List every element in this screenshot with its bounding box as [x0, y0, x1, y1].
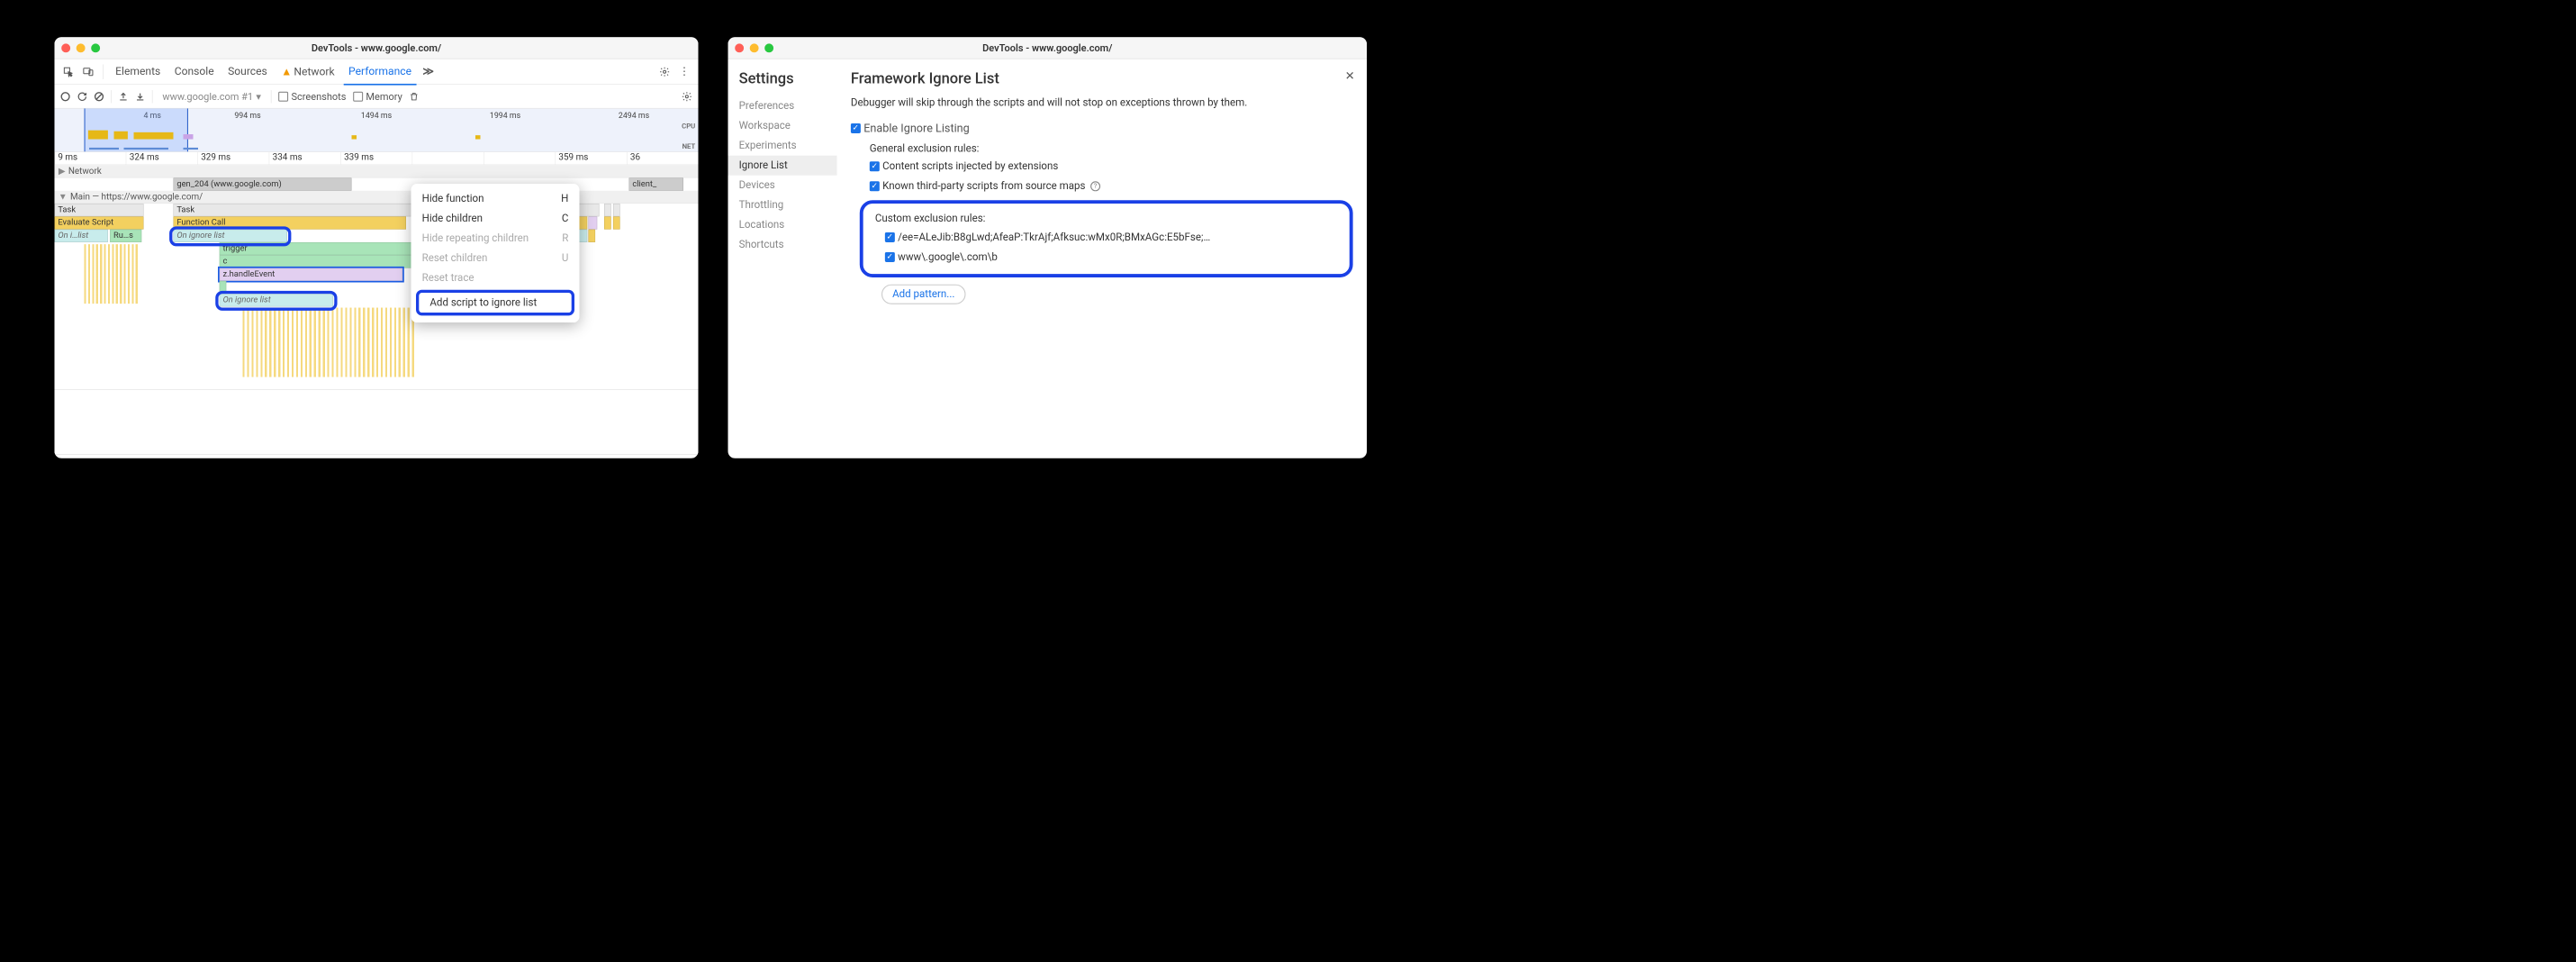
custom-rule-2[interactable]: www\.google\.com\b: [885, 251, 1338, 263]
bar-on-ignore-list[interactable]: On i…list: [55, 230, 108, 242]
cpu-strip: [55, 131, 676, 140]
gear-icon[interactable]: [656, 64, 673, 80]
bar-fn[interactable]: [613, 216, 620, 229]
net-strip: [55, 146, 676, 151]
tab-network[interactable]: ▲Network: [276, 65, 339, 77]
context-menu: Hide functionH Hide childrenC Hide repea…: [411, 184, 580, 322]
settings-sidebar: Settings Preferences Workspace Experimen…: [728, 59, 837, 458]
capture-settings-icon[interactable]: [682, 91, 692, 102]
reload-icon[interactable]: [77, 91, 87, 101]
bar-task[interactable]: Task: [55, 204, 144, 216]
ctx-hide-children[interactable]: Hide childrenC: [411, 209, 580, 229]
bottom-tabs: Summary Bottom-Up Call Tree Event Log: [55, 454, 699, 458]
page-description: Debugger will skip through the scripts a…: [851, 96, 1353, 111]
gc-icon[interactable]: [410, 91, 420, 101]
sidebar-shortcuts[interactable]: Shortcuts: [739, 235, 837, 255]
network-item[interactable]: gen_204 (www.google.com): [174, 177, 352, 190]
upload-icon[interactable]: [118, 91, 128, 101]
ctx-hide-repeating: Hide repeating childrenR: [411, 229, 580, 249]
enable-ignore-listing-checkbox[interactable]: Enable Ignore Listing: [851, 122, 1353, 135]
bar-on-ignore-list[interactable]: On ignore list: [220, 294, 333, 306]
devtools-window-settings: DevTools - www.google.com/ Settings Pref…: [728, 37, 1368, 458]
cpu-label: CPU: [682, 123, 695, 131]
memory-checkbox[interactable]: Memory: [353, 90, 402, 102]
titlebar[interactable]: DevTools - www.google.com/: [55, 37, 699, 59]
flame-icicles: [85, 244, 140, 304]
network-item-2[interactable]: client_: [629, 177, 684, 190]
flame-ticks: 9 ms 324 ms 329 ms 334 ms 339 ms 359 ms …: [55, 152, 699, 165]
bar-fn[interactable]: [588, 230, 595, 242]
overview-timeline[interactable]: 4 ms 994 ms 1494 ms 1994 ms 2494 ms CPU …: [55, 108, 699, 151]
track-main[interactable]: ▼Main — https://www.google.com/: [55, 191, 699, 204]
track-network[interactable]: ▶Network: [55, 165, 699, 177]
flame-icicles: [243, 308, 417, 377]
bar-on-ignore-list[interactable]: On ignore list: [174, 230, 288, 242]
net-label: NET: [682, 142, 696, 150]
bar-handle-event[interactable]: z.handleEvent: [220, 268, 403, 281]
bar-fn[interactable]: [220, 281, 227, 294]
warning-icon: ▲: [281, 66, 292, 78]
more-tabs-icon[interactable]: ≫: [420, 64, 437, 80]
device-toggle-icon[interactable]: [80, 64, 96, 80]
window-title: DevTools - www.google.com/: [55, 41, 699, 53]
settings-heading: Settings: [739, 70, 837, 87]
ctx-reset-children: Reset childrenU: [411, 249, 580, 268]
clear-icon[interactable]: [95, 91, 104, 101]
recording-dropdown[interactable]: www.google.com #1 ▾: [159, 89, 264, 103]
rule-content-scripts[interactable]: Content scripts injected by extensions: [870, 160, 1353, 172]
custom-rules-label: Custom exclusion rules:: [875, 213, 1338, 224]
titlebar[interactable]: DevTools - www.google.com/: [728, 37, 1368, 59]
bar-function-call[interactable]: Function Call: [174, 216, 407, 229]
devtools-window-performance: DevTools - www.google.com/ Elements Cons…: [55, 37, 699, 458]
sidebar-preferences[interactable]: Preferences: [739, 96, 837, 116]
tab-elements[interactable]: Elements: [111, 66, 166, 78]
bar-task[interactable]: [613, 204, 620, 216]
ctx-hide-function[interactable]: Hide functionH: [411, 189, 580, 209]
add-pattern-button[interactable]: Add pattern...: [881, 285, 966, 304]
bar-fn[interactable]: [588, 216, 597, 229]
ctx-add-to-ignore[interactable]: Add script to ignore list: [416, 290, 574, 316]
general-rules-label: General exclusion rules:: [870, 143, 1353, 155]
window-title: DevTools - www.google.com/: [728, 41, 1368, 53]
bar-fn[interactable]: [604, 216, 611, 229]
sidebar-devices[interactable]: Devices: [739, 176, 837, 195]
custom-rules-highlight: Custom exclusion rules: /ee=ALeJib:B8gLw…: [860, 200, 1353, 277]
collapse-icon: ▼: [59, 192, 68, 203]
collapse-icon: ▶: [59, 166, 66, 177]
tabbar: Elements Console Sources ▲Network Perfor…: [55, 59, 699, 85]
bar-evaluate-script[interactable]: Evaluate Script: [55, 216, 144, 229]
ctx-reset-trace: Reset trace: [411, 268, 580, 288]
perf-toolbar: www.google.com #1 ▾ Screenshots Memory: [55, 85, 699, 108]
custom-rule-1[interactable]: /ee=ALeJib:B8gLwd;AfeaP:TkrAjf;Afksuc:wM…: [885, 231, 1338, 243]
sidebar-locations[interactable]: Locations: [739, 215, 837, 235]
sidebar-ignore-list[interactable]: Ignore List: [728, 156, 837, 176]
kebab-icon[interactable]: ⋮: [676, 64, 692, 80]
tab-console[interactable]: Console: [169, 66, 219, 78]
close-icon[interactable]: ✕: [1345, 68, 1355, 82]
sidebar-workspace[interactable]: Workspace: [739, 116, 837, 136]
sidebar-throttling[interactable]: Throttling: [739, 195, 837, 215]
chevron-down-icon: ▾: [256, 90, 261, 102]
settings-main: ✕ Framework Ignore List Debugger will sk…: [837, 59, 1368, 458]
tab-sources[interactable]: Sources: [223, 66, 273, 78]
inspect-icon[interactable]: [60, 64, 77, 80]
sidebar-experiments[interactable]: Experiments: [739, 136, 837, 156]
screenshots-checkbox[interactable]: Screenshots: [278, 90, 346, 102]
bar-run[interactable]: Ru…s: [110, 230, 141, 242]
tab-performance[interactable]: Performance: [344, 59, 417, 86]
download-icon[interactable]: [135, 91, 145, 101]
rule-third-party[interactable]: Known third-party scripts from source ma…: [870, 180, 1353, 192]
help-icon[interactable]: ?: [1090, 182, 1100, 192]
record-icon[interactable]: [60, 91, 70, 101]
page-title: Framework Ignore List: [851, 70, 1353, 87]
bar-task[interactable]: [604, 204, 611, 216]
flame-chart[interactable]: 9 ms 324 ms 329 ms 334 ms 339 ms 359 ms …: [55, 152, 699, 390]
